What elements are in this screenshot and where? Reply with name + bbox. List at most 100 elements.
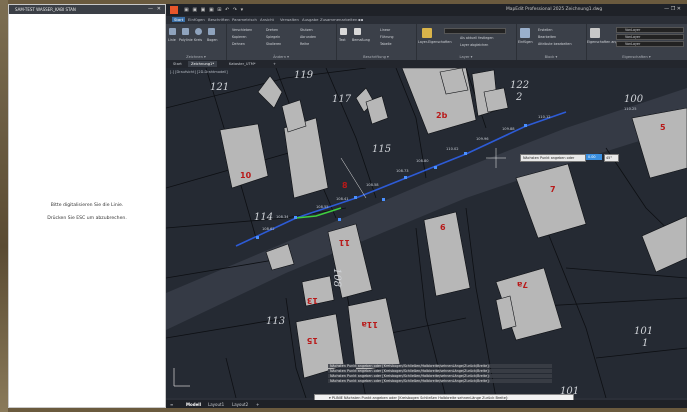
command-history-line: Nächsten Punkt angeben oder [Kreisbogen/… <box>328 374 552 378</box>
group-draw: Linie Polylinie Kreis Bogen Zeichnen ▾ <box>166 24 227 60</box>
digitize-panel: SAM-TEST WASSER_KABI STAN — ✕ Bitte digi… <box>8 4 166 408</box>
color-dropdown[interactable]: VonLayer <box>616 27 684 33</box>
table-button[interactable]: Tabelle <box>380 42 391 46</box>
app-logo-icon[interactable] <box>170 6 178 14</box>
doc-tab-start[interactable]: Start <box>170 61 185 67</box>
linear-button[interactable]: Linear <box>380 28 390 32</box>
parcel-115: 115 <box>372 144 391 155</box>
parcel-108: 108 <box>331 268 342 287</box>
command-history-line: Nächsten Punkt angeben oder [Kreisbogen/… <box>328 379 552 383</box>
tab-output[interactable]: Ausgabe <box>302 17 318 22</box>
create-block-button[interactable]: Erstellen <box>538 28 552 32</box>
viewport-controls[interactable]: [-] [Draufsicht] [2D-Drahtmodell] <box>170 70 228 74</box>
label-6: 6 <box>440 223 446 232</box>
ribbon-tabs: Start Einfügen Beschriften Parametrisch … <box>166 16 687 24</box>
tab-annotate[interactable]: Beschriften <box>208 17 230 22</box>
parcel-119: 119 <box>294 70 314 81</box>
group-layers-label[interactable]: Layer ▾ <box>416 55 516 59</box>
title-bar: ▣ ▣ ▣ ▣ ⊞ ↶ ↷ ▾ MapEdit Professional 202… <box>166 4 687 16</box>
building-right <box>641 215 687 273</box>
mirror-button[interactable]: Spiegeln <box>266 35 280 39</box>
edit-attributes-button[interactable]: Attribute bearbeiten <box>538 42 572 46</box>
circle-icon[interactable] <box>195 28 202 35</box>
building-5 <box>631 107 687 179</box>
rotate-button[interactable]: Drehen <box>266 28 278 32</box>
doc-tab-drawing1[interactable]: Zeichnung1* <box>188 61 218 67</box>
layer-dropdown[interactable] <box>444 28 506 34</box>
dynamic-input-distance[interactable]: 0.00 <box>586 154 602 160</box>
trim-button[interactable]: Stutzen <box>300 28 313 32</box>
parcel-1: 1 <box>642 338 648 349</box>
set-current-button[interactable]: Als aktuell festlegen <box>460 36 494 40</box>
building-7 <box>515 163 587 239</box>
tab-layout2[interactable]: Layout2 <box>232 402 248 407</box>
lineweight-value: VonLayer <box>625 42 641 46</box>
tab-view[interactable]: Ansicht <box>260 17 274 22</box>
label-11a: 11a <box>361 320 378 329</box>
group-block: Einfügen Erstellen Bearbeiten Attribute … <box>516 24 587 60</box>
scale-button[interactable]: Skalieren <box>266 42 281 46</box>
group-modify-label[interactable]: Ändern ▾ <box>226 55 336 59</box>
coord-label: 110.12 <box>538 115 551 119</box>
edit-block-button[interactable]: Bearbeiten <box>538 35 556 39</box>
polyline-icon[interactable] <box>182 28 189 35</box>
coord-label: 108.80 <box>416 159 429 163</box>
new-tab-button[interactable]: + <box>270 61 279 67</box>
coord-label: 109.88 <box>502 127 515 131</box>
close-icon[interactable]: ✕ <box>157 5 161 14</box>
layer-properties-icon[interactable] <box>422 28 432 38</box>
stretch-button[interactable]: Dehnen <box>232 42 245 46</box>
tab-more[interactable]: ▪▪ <box>358 17 363 22</box>
tab-parametric[interactable]: Parametrisch <box>232 17 257 22</box>
tab-layout1[interactable]: Layout1 <box>208 402 224 407</box>
parcel-122: 122 <box>510 80 529 91</box>
tab-collaborate[interactable]: Zusammenarbeiten <box>320 17 357 22</box>
leader-button[interactable]: Führung <box>380 35 394 39</box>
drawing-canvas[interactable]: 119 121 117 115 114 108 113 122 2 100 10… <box>166 68 687 398</box>
arc-icon[interactable] <box>208 28 215 35</box>
insert-block-icon[interactable] <box>520 28 530 38</box>
dynamic-input-angle[interactable]: 45° <box>604 154 619 162</box>
tab-start[interactable]: Start <box>172 17 186 22</box>
polyline-label: Polylinie <box>179 38 193 42</box>
fillet-button[interactable]: Abrunden <box>300 35 316 39</box>
line-icon[interactable] <box>169 28 176 35</box>
linetype-dropdown[interactable]: VonLayer <box>616 34 684 40</box>
match-layer-button[interactable]: Layer abgleichen <box>460 43 488 47</box>
quick-access-toolbar[interactable]: ▣ ▣ ▣ ▣ ⊞ ↶ ↷ ▾ <box>184 7 244 13</box>
panel-title: SAM-TEST WASSER_KABI STAN <box>15 7 76 12</box>
layout-menu-icon[interactable]: ≡ <box>170 402 173 407</box>
map-drawing: 119 121 117 115 114 108 113 122 2 100 10… <box>166 68 687 398</box>
layer-properties-label: Layer-Eigenschaften <box>418 40 452 44</box>
document-tabs: Start Zeichnung1* Kataster_UTM* + <box>166 60 687 68</box>
circle-label: Kreis <box>194 38 203 42</box>
group-draw-label[interactable]: Zeichnen ▾ <box>166 55 226 59</box>
dynamic-input-prompt: Nächsten Punkt angeben oder <box>520 154 586 162</box>
arc-label: Bogen <box>207 38 218 42</box>
tab-insert[interactable]: Einfügen <box>188 17 205 22</box>
desktop-background <box>0 0 8 412</box>
add-layout-button[interactable]: + <box>256 402 259 407</box>
move-button[interactable]: Verschieben <box>232 28 252 32</box>
linetype-value: VonLayer <box>625 35 641 39</box>
copy-button[interactable]: Kopieren <box>232 35 246 39</box>
command-history: Nächsten Punkt angeben oder [Kreisbogen/… <box>328 364 687 384</box>
panel-titlebar: SAM-TEST WASSER_KABI STAN — ✕ <box>9 5 165 14</box>
group-modify: Verschieben Kopieren Dehnen Drehen Spieg… <box>226 24 337 60</box>
group-properties-label[interactable]: Eigenschaften ▾ <box>586 55 687 59</box>
doc-tab-kataster[interactable]: Kataster_UTM* <box>226 61 259 67</box>
ucs-icon <box>173 368 190 387</box>
match-properties-icon[interactable] <box>590 28 600 38</box>
coord-label: 109.96 <box>476 137 489 141</box>
minimize-icon[interactable]: — <box>148 5 153 14</box>
dimension-icon[interactable] <box>354 28 361 35</box>
window-controls[interactable]: — ❐ ✕ <box>664 6 681 12</box>
tab-manage[interactable]: Verwalten <box>280 17 299 22</box>
lineweight-dropdown[interactable]: VonLayer <box>616 41 684 47</box>
group-block-label[interactable]: Block ▾ <box>516 55 586 59</box>
coord-label: 108.73 <box>396 169 409 173</box>
text-icon[interactable] <box>340 28 347 35</box>
group-annotation-label[interactable]: Beschriftung ▾ <box>336 55 416 59</box>
tab-model[interactable]: Modell <box>186 402 201 407</box>
array-button[interactable]: Reihe <box>300 42 309 46</box>
